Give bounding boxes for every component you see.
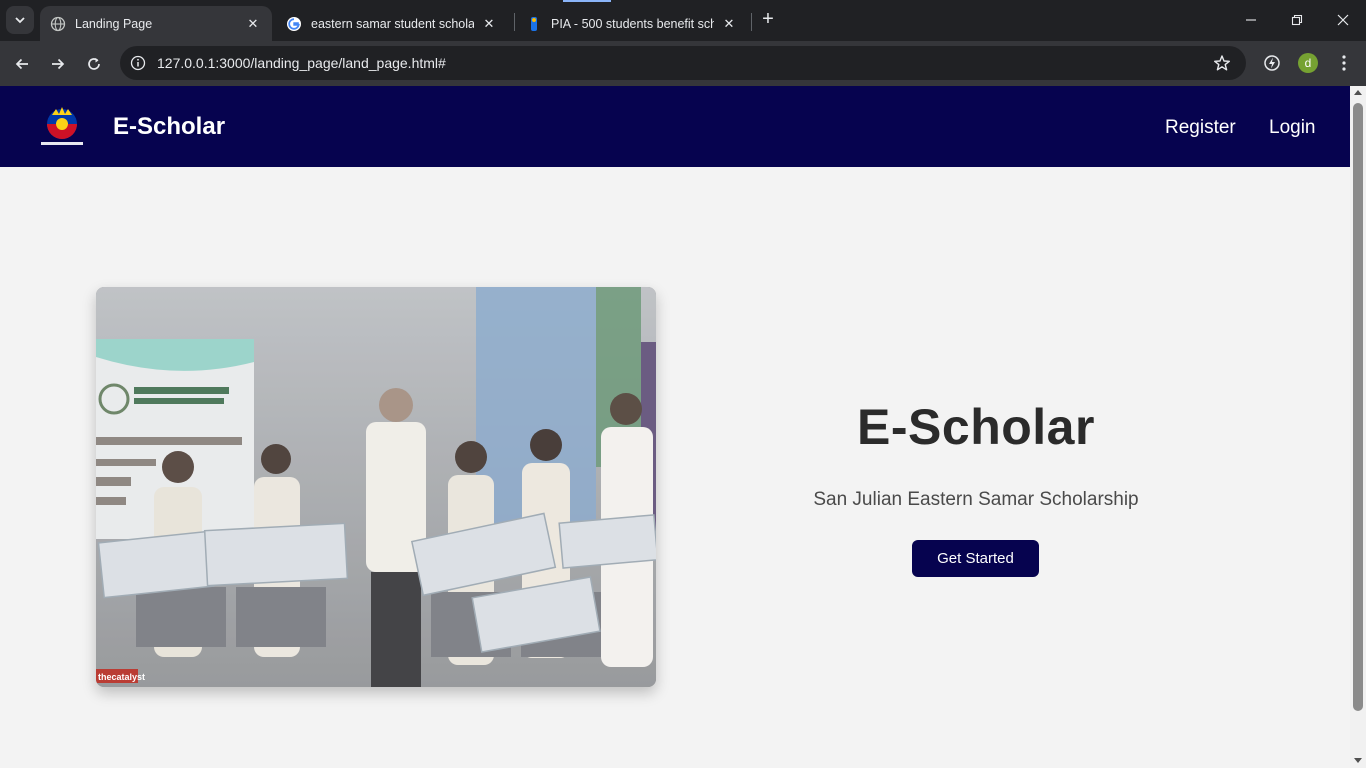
more-vertical-icon <box>1342 55 1346 71</box>
browser-toolbar: 127.0.0.1:3000/landing_page/land_page.ht… <box>0 41 1366 86</box>
tab-search-button[interactable] <box>6 6 34 34</box>
tab-title: Landing Page <box>75 16 153 31</box>
tab-strip: Landing Page ✕ eastern samar student sch… <box>0 0 1366 41</box>
close-tab-icon[interactable]: ✕ <box>720 15 738 33</box>
pia-icon <box>526 16 542 32</box>
tab-separator <box>514 13 515 31</box>
tab-loading-indicator <box>563 0 611 2</box>
brand-title[interactable]: E-Scholar <box>113 113 225 141</box>
reload-icon <box>88 58 100 70</box>
back-button[interactable] <box>8 50 36 78</box>
restore-button[interactable] <box>1274 0 1320 40</box>
page-viewport: E-Scholar Register Login thecatalyst E-S… <box>0 86 1350 768</box>
close-window-button[interactable] <box>1320 0 1366 40</box>
register-link[interactable]: Register <box>1165 117 1236 139</box>
page-scrollbar[interactable] <box>1350 86 1366 768</box>
scrollbar-thumb[interactable] <box>1353 103 1363 711</box>
reload-button[interactable] <box>80 50 108 78</box>
url-text[interactable]: 127.0.0.1:3000/landing_page/land_page.ht… <box>157 55 446 71</box>
globe-icon <box>50 16 66 32</box>
hero-subtitle: San Julian Eastern Samar Scholarship <box>813 489 1139 510</box>
bagong-pilipinas-logo[interactable] <box>38 105 86 149</box>
scroll-down-arrow-icon[interactable] <box>1354 758 1362 763</box>
arrow-right-icon <box>52 58 65 70</box>
profile-avatar[interactable]: d <box>1298 53 1318 73</box>
forward-button[interactable] <box>44 50 72 78</box>
bookmark-star-icon[interactable] <box>1212 53 1232 73</box>
minimize-button[interactable] <box>1228 0 1274 40</box>
browser-menu-button[interactable] <box>1333 52 1355 74</box>
close-icon <box>1337 14 1349 26</box>
close-tab-icon[interactable]: ✕ <box>480 15 498 33</box>
restore-icon <box>1291 14 1303 26</box>
login-link[interactable]: Login <box>1269 117 1316 139</box>
site-navbar: E-Scholar Register Login <box>0 86 1350 167</box>
new-tab-button[interactable]: + <box>758 9 778 30</box>
extension-button[interactable] <box>1261 52 1283 74</box>
tab-title: PIA - 500 students benefit scholarship <box>551 16 714 31</box>
site-info-icon[interactable] <box>128 53 148 73</box>
minimize-icon <box>1246 19 1256 21</box>
tab-pia-article[interactable]: PIA - 500 students benefit scholarship ✕ <box>516 6 748 41</box>
google-icon <box>286 16 302 32</box>
scholarship-ceremony-photo: thecatalyst <box>96 287 656 687</box>
get-started-button[interactable]: Get Started <box>912 540 1039 577</box>
tab-title: eastern samar student scholarship <box>311 16 474 31</box>
arrow-left-icon <box>15 58 28 70</box>
tab-separator <box>751 13 752 31</box>
scroll-up-arrow-icon[interactable] <box>1354 90 1362 95</box>
tab-google-search[interactable]: eastern samar student scholarship ✕ <box>276 6 508 41</box>
performance-icon <box>1264 55 1280 71</box>
hero-title: E-Scholar <box>857 399 1095 455</box>
close-tab-icon[interactable]: ✕ <box>244 15 262 33</box>
tab-landing-page[interactable]: Landing Page ✕ <box>40 6 272 41</box>
address-bar[interactable]: 127.0.0.1:3000/landing_page/land_page.ht… <box>120 46 1246 80</box>
chevron-down-icon <box>15 17 25 24</box>
